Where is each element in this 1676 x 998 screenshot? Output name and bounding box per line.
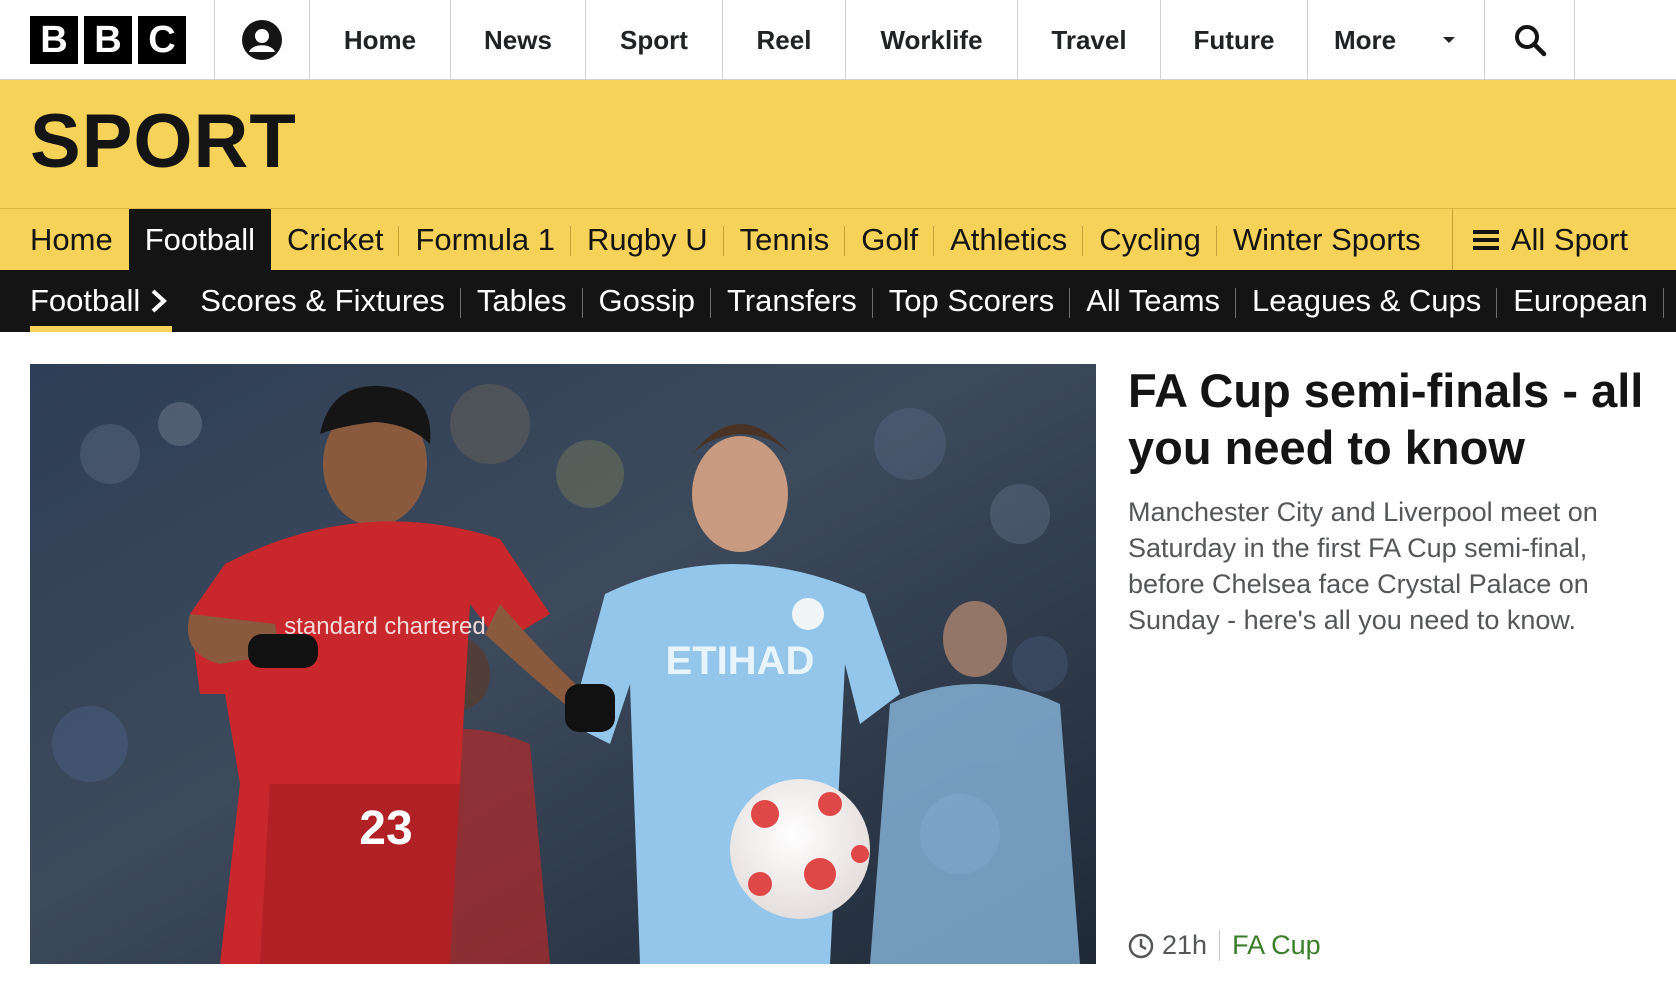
global-nav-home[interactable]: Home — [310, 0, 451, 80]
sub-nav-leagues-cups[interactable]: Leagues & Cups — [1236, 270, 1498, 332]
global-nav-travel[interactable]: Travel — [1018, 0, 1161, 80]
all-sport-button[interactable]: All Sport — [1451, 209, 1676, 271]
hero-image[interactable]: ETIHAD standard chartered 23 — [30, 364, 1096, 964]
user-icon — [242, 20, 282, 60]
chevron-right-icon — [151, 289, 168, 313]
hero-summary: Manchester City and Liverpool meet on Sa… — [1128, 497, 1598, 635]
section-item-home[interactable]: Home — [0, 209, 129, 270]
section-item-label: Rugby U — [587, 221, 708, 257]
all-sport-label: All Sport — [1510, 222, 1628, 257]
caret-down-icon — [1443, 37, 1455, 43]
section-item-tennis[interactable]: Tennis — [724, 209, 846, 270]
section-item-golf[interactable]: Golf — [845, 209, 935, 270]
section-item-label: Winter Sports — [1232, 221, 1421, 257]
clock-icon — [1128, 933, 1154, 958]
sport-title[interactable]: SPORT — [30, 98, 297, 185]
section-item-label: Tennis — [739, 221, 830, 257]
hero-timestamp: 21h — [1128, 930, 1221, 961]
section-item-label: Formula 1 — [415, 221, 555, 257]
section-item-cricket[interactable]: Cricket — [271, 209, 400, 270]
section-item-formula-1[interactable]: Formula 1 — [399, 209, 571, 270]
section-item-football[interactable]: Football — [128, 209, 271, 270]
account-button[interactable] — [215, 0, 310, 80]
hero-sponsor-blue: ETIHAD — [666, 639, 815, 683]
global-nav-reel[interactable]: Reel — [723, 0, 846, 80]
sub-nav-label: Top Scorers — [888, 283, 1055, 318]
sub-nav-label: Scores & Fixtures — [200, 283, 445, 318]
section-item-label: Football — [144, 221, 255, 257]
hero-shirt-number: 23 — [359, 802, 412, 855]
sub-nav-label: Football — [30, 283, 141, 318]
sub-nav-all-teams[interactable]: All Teams — [1070, 270, 1237, 332]
section-item-cycling[interactable]: Cycling — [1083, 209, 1217, 270]
bbc-logo[interactable]: B B C — [0, 0, 215, 80]
sub-nav-gossip[interactable]: Gossip — [583, 270, 712, 332]
logo-letter: C — [138, 16, 186, 64]
hero-sponsor-red: standard chartered — [284, 613, 485, 640]
section-item-winter-sports[interactable]: Winter Sports — [1217, 209, 1437, 270]
search-icon — [1514, 25, 1546, 57]
sub-nav-label: Gossip — [598, 283, 696, 318]
logo-letter: B — [30, 16, 78, 64]
section-item-label: Home — [30, 221, 113, 257]
section-item-label: Golf — [861, 221, 919, 257]
global-nav-news[interactable]: News — [451, 0, 586, 80]
section-item-athletics[interactable]: Athletics — [934, 209, 1084, 270]
section-item-rugby-union[interactable]: Rugby U — [571, 209, 724, 270]
sub-nav-label: Leagues & Cups — [1252, 283, 1482, 318]
menu-icon — [1472, 230, 1499, 250]
logo-letter: B — [84, 16, 132, 64]
sub-nav-european[interactable]: European — [1497, 270, 1664, 332]
hero-meta: 21h FA Cup — [1128, 930, 1321, 961]
football-sub-nav: Football Scores & Fixtures Tables Gossip… — [0, 270, 1676, 332]
hero-time-text: 21h — [1162, 930, 1208, 960]
sub-nav-tables[interactable]: Tables — [461, 270, 583, 332]
sub-nav-scores-fixtures[interactable]: Scores & Fixtures — [184, 270, 461, 332]
search-button[interactable] — [1485, 0, 1575, 80]
global-nav-more[interactable]: More — [1308, 0, 1485, 80]
hero-topic-tag[interactable]: FA Cup — [1220, 930, 1321, 961]
section-item-label: Cycling — [1099, 221, 1201, 257]
sub-nav-label: European — [1513, 283, 1648, 318]
sub-nav-transfers[interactable]: Transfers — [711, 270, 873, 332]
hero-photo: ETIHAD standard chartered 23 — [30, 364, 1096, 964]
sub-nav-football-current[interactable]: Football — [0, 270, 184, 332]
global-nav-sport[interactable]: Sport — [586, 0, 723, 80]
sub-nav-label: All Teams — [1086, 283, 1221, 318]
global-nav-future[interactable]: Future — [1161, 0, 1308, 80]
section-item-label: Athletics — [950, 221, 1068, 257]
sub-nav-label: Transfers — [727, 283, 857, 318]
global-nav: B B C Home News Sport Reel Worklife Trav… — [0, 0, 1676, 80]
more-label: More — [1334, 24, 1397, 55]
sport-banner: SPORT — [0, 80, 1676, 208]
hero-text: FA Cup semi-finals - all you need to kno… — [1128, 362, 1658, 638]
section-item-label: Cricket — [287, 221, 384, 257]
section-nav: Home Football Cricket Formula 1 Rugby U … — [0, 208, 1676, 271]
hero-headline[interactable]: FA Cup semi-finals - all you need to kno… — [1128, 362, 1658, 476]
global-nav-worklife[interactable]: Worklife — [846, 0, 1018, 80]
sub-nav-label: Tables — [476, 283, 567, 318]
sub-nav-top-scorers[interactable]: Top Scorers — [873, 270, 1071, 332]
